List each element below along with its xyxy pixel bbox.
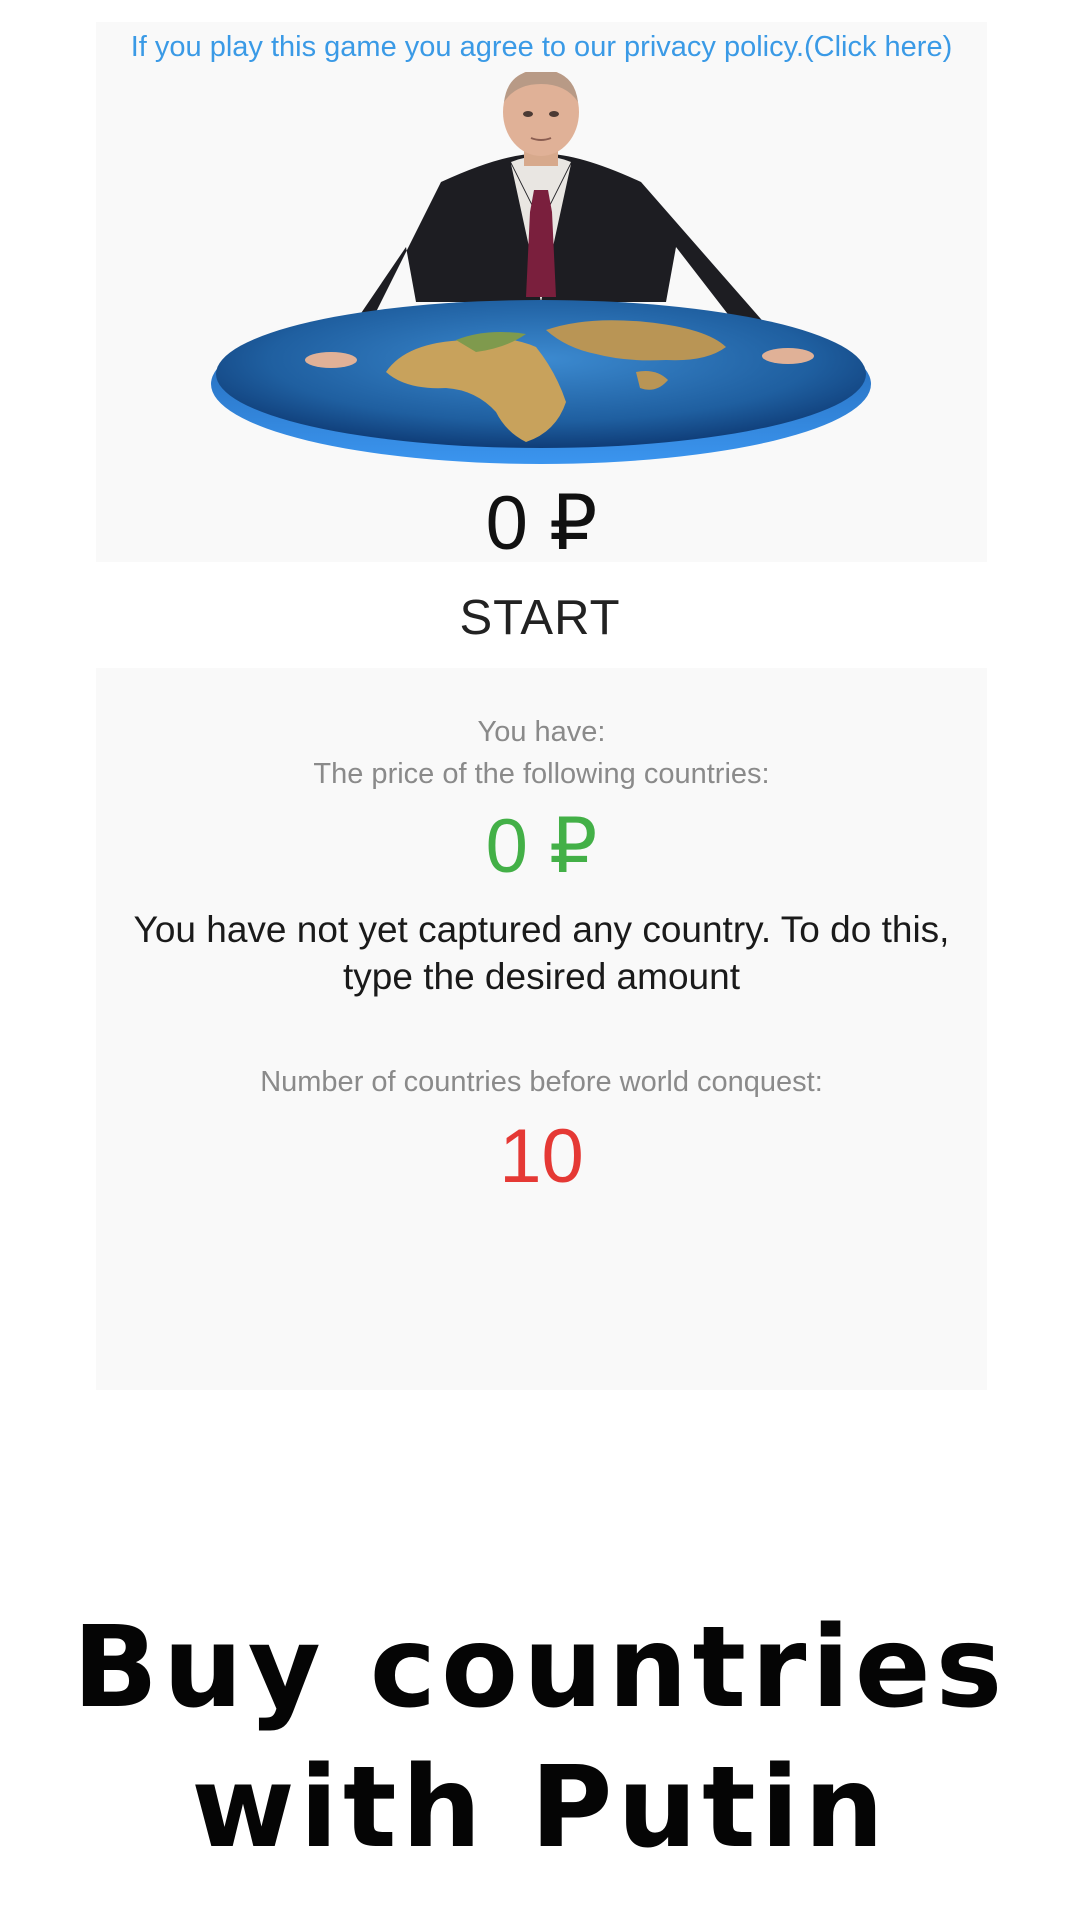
conquest-count: 10	[499, 1114, 584, 1199]
promo-line-1: Buy countries	[72, 1603, 1008, 1733]
start-button[interactable]: START	[380, 580, 700, 656]
stats-panel: You have: The price of the following cou…	[96, 668, 987, 1390]
promo-caption: Buy countries with Putin	[0, 1598, 1080, 1878]
promo-line-2: with Putin	[191, 1743, 889, 1873]
capture-message: You have not yet captured any country. T…	[133, 909, 950, 997]
putin-globe-image	[206, 72, 876, 472]
price-label: The price of the following countries:	[313, 758, 770, 790]
conquest-label: Number of countries before world conques…	[260, 1066, 823, 1098]
top-panel: If you play this game you agree to our p…	[96, 22, 987, 566]
price-value: 0 ₽	[485, 804, 598, 889]
game-screen: If you play this game you agree to our p…	[0, 0, 1080, 1920]
balance-amount: 0 ₽	[485, 481, 598, 566]
you-have-label: You have:	[477, 716, 606, 748]
privacy-policy-link[interactable]: If you play this game you agree to our p…	[96, 22, 987, 72]
